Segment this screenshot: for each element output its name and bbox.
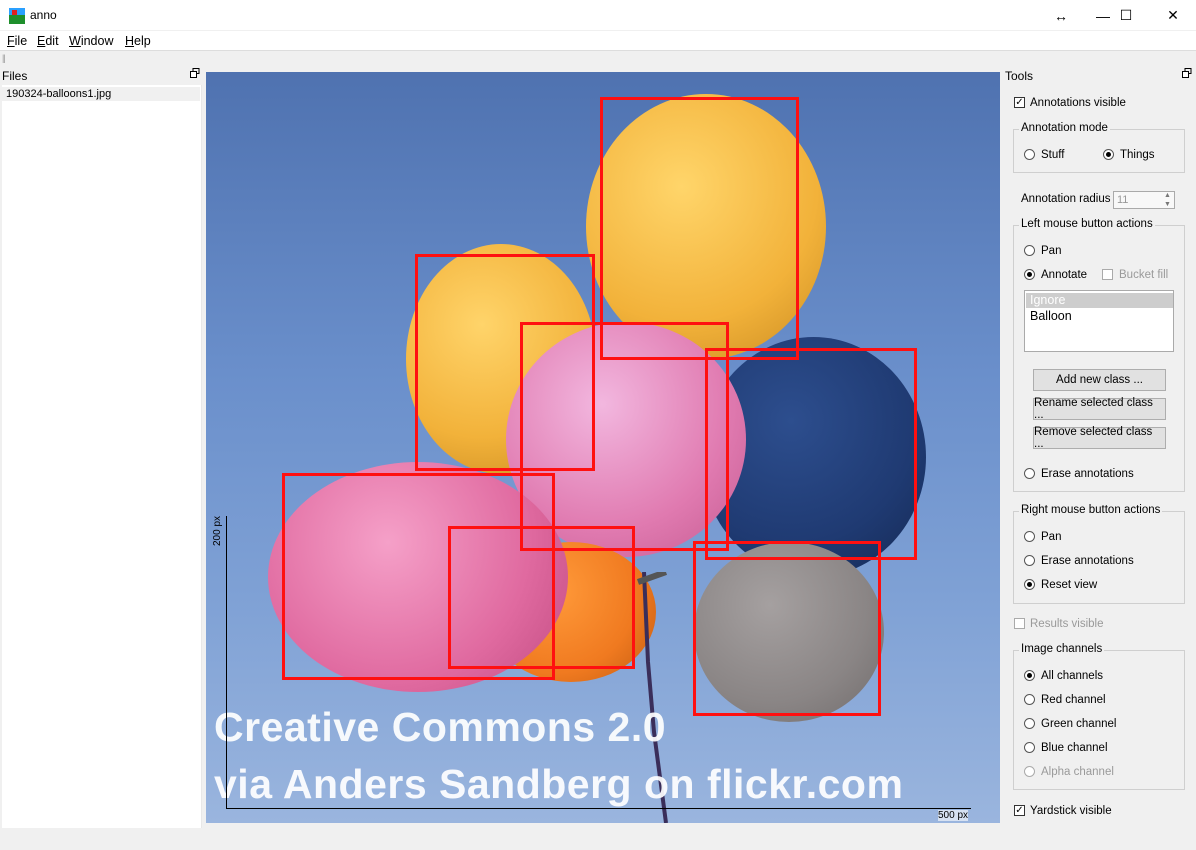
- menu-help-label: elp: [134, 34, 151, 48]
- results-visible-checkbox[interactable]: [1014, 618, 1025, 629]
- menu-file[interactable]: File: [7, 34, 27, 48]
- spin-down-icon[interactable]: ▼: [1160, 200, 1175, 209]
- annotation-mode-group: [1013, 129, 1185, 173]
- yardstick-vertical-label: 200 px: [212, 515, 223, 546]
- resize-icon[interactable]: ↔: [1038, 0, 1084, 31]
- menu-window-label: indow: [80, 34, 114, 48]
- maximize-button[interactable]: ☐: [1103, 0, 1149, 31]
- status-bar: [0, 828, 1196, 850]
- remove-class-button[interactable]: Remove selected class ...: [1033, 426, 1166, 450]
- right-reset-radio[interactable]: [1024, 579, 1035, 590]
- left-mouse-title: Left mouse button actions: [1019, 218, 1155, 230]
- menu-file-label: ile: [14, 34, 28, 48]
- mode-stuff-radio[interactable]: [1024, 149, 1035, 160]
- right-pan-label: Pan: [1041, 531, 1062, 543]
- window-title: anno: [30, 8, 57, 22]
- left-mouse-group: [1013, 225, 1185, 492]
- left-erase-radio[interactable]: [1024, 468, 1035, 479]
- toolbar-grip-icon[interactable]: ||: [2, 53, 12, 63]
- file-list[interactable]: [2, 85, 202, 828]
- rename-class-button[interactable]: Rename selected class ...: [1033, 397, 1166, 421]
- spin-up-icon[interactable]: ▲: [1160, 191, 1175, 200]
- left-annotate-label: Annotate: [1041, 269, 1088, 281]
- right-reset-label: Reset view: [1041, 579, 1098, 591]
- watermark-line-2: via Anders Sandberg on flickr.com: [214, 761, 904, 807]
- channel-green-radio[interactable]: [1024, 718, 1035, 729]
- annotation-box[interactable]: [600, 97, 799, 360]
- channel-red-radio[interactable]: [1024, 694, 1035, 705]
- menu-bar: File Edit Window Help: [0, 31, 1196, 51]
- channel-blue-radio[interactable]: [1024, 742, 1035, 753]
- yardstick-horizontal: [226, 808, 971, 809]
- yardstick-horizontal-label: 500 px: [938, 810, 969, 821]
- channel-all-radio[interactable]: [1024, 670, 1035, 681]
- menu-file-mnemonic: F: [7, 34, 15, 48]
- menu-edit[interactable]: Edit: [37, 34, 59, 48]
- float-panel-icon[interactable]: [1182, 68, 1192, 78]
- right-mouse-title: Right mouse button actions: [1019, 504, 1163, 516]
- left-pan-label: Pan: [1041, 245, 1062, 257]
- file-list-item[interactable]: 190324-balloons1.jpg: [2, 87, 200, 101]
- results-visible-label: Results visible: [1030, 618, 1104, 630]
- menu-help-mnemonic: H: [125, 34, 135, 48]
- annotation-mode-title: Annotation mode: [1019, 122, 1110, 134]
- title-bar: anno ↔ — ☐ ✕: [0, 0, 1196, 31]
- yardstick-visible-label: Yardstick visible: [1030, 805, 1112, 817]
- left-erase-label: Erase annotations: [1041, 468, 1134, 480]
- close-button[interactable]: ✕: [1150, 0, 1196, 31]
- right-erase-label: Erase annotations: [1041, 555, 1134, 567]
- class-list-item-balloon[interactable]: Balloon: [1026, 309, 1173, 324]
- channel-red-label: Red channel: [1041, 694, 1106, 706]
- channel-green-label: Green channel: [1041, 718, 1117, 730]
- app-icon: [9, 8, 25, 24]
- image-channels-title: Image channels: [1019, 643, 1105, 655]
- annotations-visible-checkbox[interactable]: ✓: [1014, 97, 1025, 108]
- yardstick-visible-checkbox[interactable]: ✓: [1014, 805, 1025, 816]
- float-panel-icon[interactable]: [190, 68, 200, 78]
- tools-panel-title: Tools: [1005, 69, 1034, 83]
- right-pan-radio[interactable]: [1024, 531, 1035, 542]
- right-erase-radio[interactable]: [1024, 555, 1035, 566]
- channel-alpha-label: Alpha channel: [1041, 766, 1114, 778]
- menu-help[interactable]: Help: [125, 34, 151, 48]
- annotation-box[interactable]: [693, 541, 881, 716]
- class-list-item-ignore[interactable]: Ignore: [1026, 293, 1173, 308]
- yardstick-vertical: [226, 516, 227, 809]
- add-class-button[interactable]: Add new class ...: [1033, 369, 1166, 391]
- mode-things-label: Things: [1120, 149, 1155, 161]
- channel-all-label: All channels: [1041, 670, 1104, 682]
- channel-blue-label: Blue channel: [1041, 742, 1108, 754]
- annotations-visible-label: Annotations visible: [1030, 97, 1126, 109]
- menu-window[interactable]: Window: [69, 34, 113, 48]
- mode-things-radio[interactable]: [1103, 149, 1114, 160]
- menu-edit-label: dit: [45, 34, 59, 48]
- left-pan-radio[interactable]: [1024, 245, 1035, 256]
- watermark-line-1: Creative Commons 2.0: [214, 704, 667, 750]
- left-annotate-radio[interactable]: [1024, 269, 1035, 280]
- annotation-radius-label: Annotation radius: [1021, 193, 1111, 205]
- image-viewport[interactable]: Creative Commons 2.0 via Anders Sandberg…: [206, 72, 1000, 823]
- bucket-fill-label: Bucket fill: [1119, 269, 1169, 281]
- bucket-fill-checkbox[interactable]: [1102, 269, 1113, 280]
- files-panel-title: Files: [2, 69, 28, 83]
- menu-window-mnemonic: W: [69, 34, 81, 48]
- annotation-box[interactable]: [448, 526, 635, 669]
- annotation-box[interactable]: [705, 348, 917, 560]
- mode-stuff-label: Stuff: [1041, 149, 1065, 161]
- class-list[interactable]: Ignore Balloon: [1024, 290, 1174, 352]
- channel-alpha-radio[interactable]: [1024, 766, 1035, 777]
